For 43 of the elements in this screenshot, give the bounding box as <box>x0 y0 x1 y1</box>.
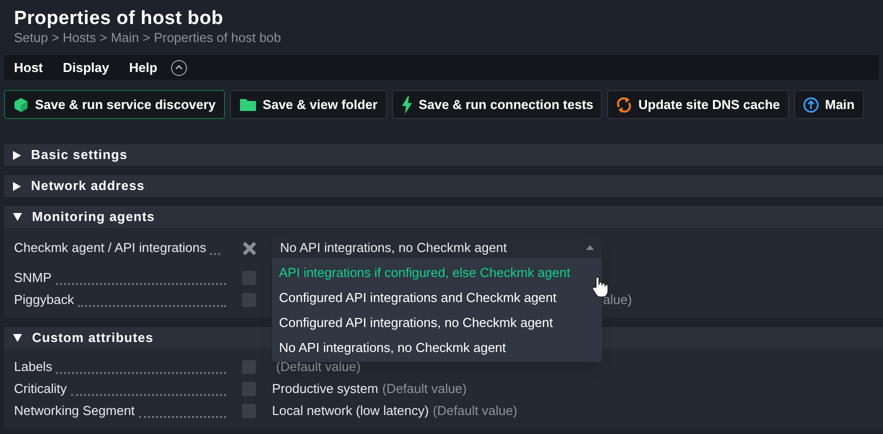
toolbar-button[interactable]: Update site DNS cache <box>607 90 789 119</box>
default-note: (Default value) <box>382 380 467 398</box>
field-value: Productive system <box>272 380 378 398</box>
dropdown-option[interactable]: No API integrations, no Checkmk agent <box>272 335 602 360</box>
collapse-icon[interactable] <box>171 60 188 76</box>
section-title: Monitoring agents <box>32 208 155 226</box>
menu-item[interactable]: Help <box>129 58 158 78</box>
up-arrow-circle-icon <box>803 96 819 112</box>
field-label: SNMP <box>14 269 52 288</box>
section-title: Custom attributes <box>32 329 154 348</box>
toolbar-button[interactable]: Save & run connection tests <box>392 90 602 119</box>
bolt-icon <box>400 96 413 114</box>
menu-item[interactable]: Display <box>62 58 110 78</box>
dropdown-field[interactable]: No API integrations, no Checkmk agent <box>272 237 602 258</box>
section-title: Basic settings <box>31 146 128 164</box>
folder-icon <box>238 97 257 112</box>
dropdown-option[interactable]: API integrations if configured, else Checkmk agent <box>272 260 602 285</box>
dropdown-value: No API integrations, no Checkmk agent <box>280 238 507 257</box>
section-title: Network address <box>31 177 145 196</box>
field-label: Criticality <box>14 380 67 398</box>
menu-item[interactable]: Host <box>14 58 43 78</box>
section-header[interactable]: Basic settings <box>4 144 883 166</box>
toolbar-button[interactable]: Save & view folder <box>230 90 387 119</box>
x-checkbox-icon[interactable] <box>242 240 256 256</box>
section-header[interactable]: Network address <box>4 175 883 197</box>
breadcrumb: Setup > Hosts > Main > Properties of host bob <box>14 30 282 46</box>
page-title: Properties of host bob <box>14 8 224 30</box>
default-note: alue) <box>603 291 632 310</box>
field-label: Checkmk agent / API integrations <box>14 239 206 258</box>
default-note: (Default value) <box>432 402 518 420</box>
toolbar-button[interactable]: Save & run service discovery <box>4 90 225 119</box>
field-label: Piggyback <box>14 291 74 310</box>
field-label: Labels <box>14 358 52 376</box>
dot-leader <box>210 252 220 255</box>
default-note: (Default value) <box>276 358 361 376</box>
cube-icon <box>13 96 29 112</box>
dropdown-option[interactable]: Configured API integrations, no Checkmk agent <box>272 310 602 335</box>
field-label: Networking Segment <box>14 402 135 420</box>
caret-icon <box>586 245 594 250</box>
refresh-icon <box>616 96 632 112</box>
toolbar-button[interactable]: Main <box>794 90 864 119</box>
section-header[interactable]: Monitoring agents <box>4 206 883 228</box>
field-value: Local network (low latency) <box>272 402 429 420</box>
